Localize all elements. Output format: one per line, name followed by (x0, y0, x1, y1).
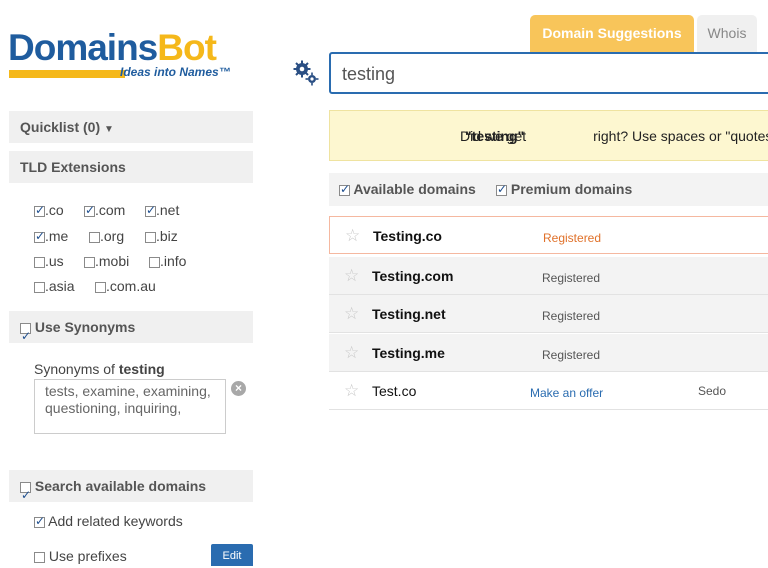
tab-domain-suggestions[interactable]: Domain Suggestions (530, 15, 694, 52)
tld-checkbox[interactable] (95, 281, 106, 293)
use-prefixes-option[interactable]: Use prefixes (34, 548, 127, 564)
tld-checkbox[interactable] (89, 231, 100, 243)
tld-label: .asia (45, 278, 75, 294)
notice-text-after: right? Use spaces or "quotes" to sepa (593, 128, 768, 144)
tld-option-com[interactable]: .com (84, 202, 125, 218)
use-synonyms-title: Use Synonyms (34, 319, 136, 335)
tld-checkbox[interactable] (34, 256, 45, 268)
add-related-keywords-option[interactable]: Add related keywords (34, 513, 183, 529)
result-row[interactable]: ☆ Testing.net Registered (329, 295, 768, 333)
tld-checkbox[interactable] (84, 256, 95, 268)
tld-option-co[interactable]: .co (34, 202, 64, 218)
search-available-checkbox[interactable] (20, 479, 31, 511)
use-synonyms-header[interactable]: Use Synonyms (9, 311, 253, 352)
synonyms-label-text: Synonyms of (34, 361, 119, 377)
tld-label: .com.au (106, 278, 156, 294)
query-notice: Did we get "testing" right? Use spaces o… (329, 110, 768, 161)
tld-checkbox[interactable] (34, 203, 45, 217)
tld-label: .us (45, 253, 64, 269)
tld-label: .me (45, 228, 69, 244)
tab-whois[interactable]: Whois (697, 15, 757, 52)
tld-checkbox[interactable] (149, 256, 160, 268)
quicklist-header[interactable]: Quicklist (0) ▼ (9, 111, 253, 143)
tld-option-biz[interactable]: .biz (145, 228, 178, 244)
domain-status: Registered (542, 348, 601, 362)
quicklist-label: Quicklist (0) (20, 119, 101, 135)
domain-status: Registered (543, 231, 602, 245)
logo-underline (9, 70, 125, 78)
result-row[interactable]: ☆ Testing.co Registered (329, 216, 768, 254)
search-available-header[interactable]: Search available domains (9, 470, 253, 511)
use-synonyms-checkbox[interactable] (20, 320, 31, 352)
use-prefixes-checkbox[interactable] (34, 551, 45, 563)
synonyms-label: Synonyms of testing (34, 361, 165, 377)
tld-checkbox[interactable] (34, 229, 45, 243)
tld-option-asia[interactable]: .asia (34, 278, 75, 294)
tld-extensions-title: TLD Extensions (20, 159, 126, 175)
filter-premium-label: Premium domains (510, 181, 633, 197)
seller-name: Sedo (698, 384, 727, 398)
settings-gears-icon[interactable] (293, 60, 319, 86)
add-related-checkbox[interactable] (34, 514, 45, 528)
tld-label: .org (100, 228, 125, 244)
search-input[interactable] (342, 64, 742, 85)
tld-option-info[interactable]: .info (149, 253, 186, 269)
tld-label: .info (160, 253, 187, 269)
result-row[interactable]: ☆ Testing.com Registered (329, 257, 768, 295)
results-filter-bar: Available domains Premium domains (329, 173, 768, 206)
tld-option-org[interactable]: .org (89, 228, 124, 244)
result-row[interactable]: ☆ Testing.me Registered (329, 334, 768, 372)
domain-name[interactable]: Testing.com (372, 268, 453, 284)
tld-option-mobi[interactable]: .mobi (84, 253, 129, 269)
domainsbot-logo[interactable]: DomainsBot Ideas into Names™ (8, 28, 248, 88)
tld-label: .co (45, 202, 64, 218)
domain-name[interactable]: Testing.co (373, 228, 442, 244)
synonyms-textarea[interactable]: tests, examine, examining, questioning, … (34, 379, 226, 434)
result-row[interactable]: ☆ Test.co Make an offer Sedo (329, 372, 768, 410)
tld-option-me[interactable]: .me (34, 228, 68, 244)
domain-name[interactable]: Testing.net (372, 306, 446, 322)
logo-wordmark: DomainsBot (8, 27, 217, 68)
domain-name[interactable]: Test.co (372, 383, 416, 399)
use-prefixes-label: Use prefixes (48, 548, 127, 564)
make-offer-link[interactable]: Make an offer (530, 386, 603, 400)
logo-tagline: Ideas into Names™ (120, 65, 231, 79)
tld-checkbox[interactable] (145, 203, 156, 217)
tld-option-com-au[interactable]: .com.au (95, 278, 156, 294)
domain-status: Registered (542, 309, 601, 323)
chevron-down-icon: ▼ (104, 124, 114, 135)
domain-name[interactable]: Testing.me (372, 345, 445, 361)
star-icon[interactable]: ☆ (344, 304, 359, 324)
search-box (329, 52, 768, 94)
domain-status: Registered (542, 271, 601, 285)
tld-checkbox[interactable] (145, 231, 156, 243)
tld-label: .net (156, 202, 180, 218)
tld-label: .biz (156, 228, 178, 244)
tld-label: .com (95, 202, 126, 218)
tld-option-net[interactable]: .net (145, 202, 179, 218)
edit-prefixes-button[interactable]: Edit (211, 544, 253, 566)
tld-extensions-header: TLD Extensions (9, 151, 253, 183)
star-icon[interactable]: ☆ (344, 381, 359, 401)
filter-premium-domains[interactable]: Premium domains (496, 181, 632, 197)
search-available-title: Search available domains (34, 478, 207, 494)
star-icon[interactable]: ☆ (345, 226, 360, 246)
filter-available-domains[interactable]: Available domains (339, 181, 476, 197)
star-icon[interactable]: ☆ (344, 343, 359, 363)
tld-checkbox[interactable] (84, 203, 95, 217)
premium-domains-checkbox[interactable] (496, 182, 507, 196)
star-icon[interactable]: ☆ (344, 266, 359, 286)
add-related-label: Add related keywords (48, 513, 183, 529)
tld-label: .mobi (95, 253, 130, 269)
filter-available-label: Available domains (353, 181, 476, 197)
tld-option-us[interactable]: .us (34, 253, 64, 269)
tld-checkbox[interactable] (34, 281, 45, 293)
notice-text-before: Did we get (460, 128, 531, 144)
synonyms-term: testing (118, 361, 165, 377)
clear-synonyms-icon[interactable]: × (231, 381, 246, 396)
available-domains-checkbox[interactable] (339, 182, 350, 196)
